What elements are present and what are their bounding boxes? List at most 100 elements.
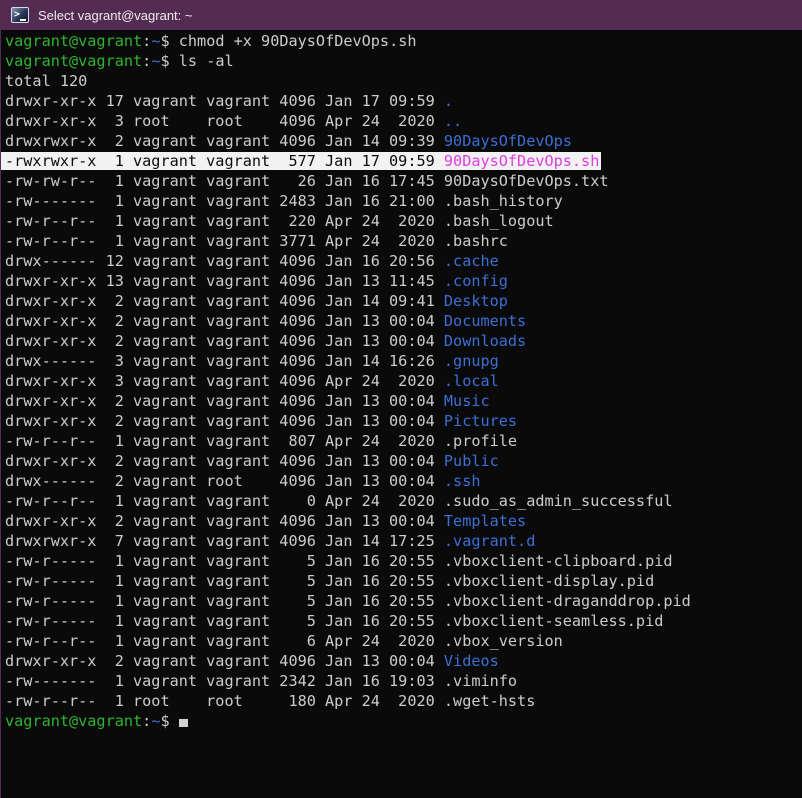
terminal-icon: > (11, 7, 29, 23)
text-cursor (179, 719, 188, 727)
ls-row: drwxr-xr-x 3 vagrant vagrant 4096 Apr 24… (5, 371, 802, 391)
file-meta: -rw-r--r-- 1 vagrant vagrant 6 Apr 24 20… (5, 632, 444, 650)
file-meta: -rw-rw-r-- 1 vagrant vagrant 26 Jan 16 1… (5, 172, 444, 190)
file-meta: drwxr-xr-x 2 vagrant vagrant 4096 Jan 13… (5, 332, 444, 350)
file-name: .ssh (444, 472, 481, 490)
ls-row: -rw-r--r-- 1 vagrant vagrant 3771 Apr 24… (5, 231, 802, 251)
file-name: Documents (444, 312, 526, 330)
file-meta: -rwxrwxr-x 1 vagrant vagrant 577 Jan 17 … (5, 152, 444, 170)
file-name: .profile (444, 432, 517, 450)
file-meta: drwxr-xr-x 17 vagrant vagrant 4096 Jan 1… (5, 92, 444, 110)
ls-row: drwx------ 3 vagrant vagrant 4096 Jan 14… (5, 351, 802, 371)
file-name: .gnupg (444, 352, 499, 370)
terminal-screen[interactable]: vagrant@vagrant:~$ chmod +x 90DaysOfDevO… (1, 30, 802, 731)
file-meta: drwxrwxr-x 2 vagrant vagrant 4096 Jan 14… (5, 132, 444, 150)
ls-row: drwx------ 2 vagrant root 4096 Jan 13 00… (5, 471, 802, 491)
file-meta: -rw-r----- 1 vagrant vagrant 5 Jan 16 20… (5, 592, 444, 610)
file-name: .viminfo (444, 672, 517, 690)
ls-row: -rw-r--r-- 1 vagrant vagrant 6 Apr 24 20… (5, 631, 802, 651)
file-meta: drwxr-xr-x 3 root root 4096 Apr 24 2020 (5, 112, 444, 130)
file-meta: drwxr-xr-x 2 vagrant vagrant 4096 Jan 14… (5, 292, 444, 310)
prompt-user: vagrant@vagrant (5, 32, 142, 50)
file-meta: drwx------ 12 vagrant vagrant 4096 Jan 1… (5, 252, 444, 270)
file-name: Templates (444, 512, 526, 530)
file-name: .bashrc (444, 232, 508, 250)
file-meta: -rw-r--r-- 1 vagrant vagrant 3771 Apr 24… (5, 232, 444, 250)
file-meta: drwx------ 2 vagrant root 4096 Jan 13 00… (5, 472, 444, 490)
ls-row: -rw-r----- 1 vagrant vagrant 5 Jan 16 20… (5, 591, 802, 611)
command-line-1: vagrant@vagrant:~$ chmod +x 90DaysOfDevO… (5, 31, 802, 51)
ls-row: -rw-rw-r-- 1 vagrant vagrant 26 Jan 16 1… (5, 171, 802, 191)
file-meta: -rw-r----- 1 vagrant vagrant 5 Jan 16 20… (5, 612, 444, 630)
file-meta: drwxr-xr-x 2 vagrant vagrant 4096 Jan 13… (5, 312, 444, 330)
ls-row: -rw-r--r-- 1 vagrant vagrant 220 Apr 24 … (5, 211, 802, 231)
file-name: Pictures (444, 412, 517, 430)
ls-row: drwxr-xr-x 2 vagrant vagrant 4096 Jan 13… (5, 331, 802, 351)
ls-row: -rw-r----- 1 vagrant vagrant 5 Jan 16 20… (5, 551, 802, 571)
file-name: Desktop (444, 292, 508, 310)
window-title: Select vagrant@vagrant: ~ (38, 8, 192, 23)
command-text: chmod +x 90DaysOfDevOps.sh (179, 32, 417, 50)
file-name: 90DaysOfDevOps.txt (444, 172, 609, 190)
prompt-colon: : (142, 52, 151, 70)
file-name: .cache (444, 252, 499, 270)
file-name: Public (444, 452, 499, 470)
file-name: .vboxclient-display.pid (444, 572, 654, 590)
terminal-window: > Select vagrant@vagrant: ~ vagrant@vagr… (0, 0, 802, 798)
ls-row: -rw-r--r-- 1 root root 180 Apr 24 2020 .… (5, 691, 802, 711)
ls-row: drwxr-xr-x 2 vagrant vagrant 4096 Jan 13… (5, 391, 802, 411)
prompt-dollar: $ (160, 712, 178, 730)
file-meta: drwx------ 3 vagrant vagrant 4096 Jan 14… (5, 352, 444, 370)
file-name: .vagrant.d (444, 532, 535, 550)
file-name: 90DaysOfDevOps.sh (444, 152, 599, 170)
ls-row: drwxrwxr-x 7 vagrant vagrant 4096 Jan 14… (5, 531, 802, 551)
file-name: Videos (444, 652, 499, 670)
file-name: .bash_logout (444, 212, 554, 230)
file-meta: -rw-r----- 1 vagrant vagrant 5 Jan 16 20… (5, 552, 444, 570)
prompt-colon: : (142, 712, 151, 730)
prompt-user: vagrant@vagrant (5, 712, 142, 730)
file-meta: -rw-r--r-- 1 vagrant vagrant 0 Apr 24 20… (5, 492, 444, 510)
prompt-line: vagrant@vagrant:~$ (5, 711, 802, 731)
file-name: . (444, 92, 453, 110)
ls-row: drwxr-xr-x 2 vagrant vagrant 4096 Jan 14… (5, 291, 802, 311)
ls-row: -rw------- 1 vagrant vagrant 2342 Jan 16… (5, 671, 802, 691)
ls-row: drwxr-xr-x 2 vagrant vagrant 4096 Jan 13… (5, 411, 802, 431)
file-meta: -rw------- 1 vagrant vagrant 2342 Jan 16… (5, 672, 444, 690)
ls-row: drwx------ 12 vagrant vagrant 4096 Jan 1… (5, 251, 802, 271)
ls-row: drwxr-xr-x 3 root root 4096 Apr 24 2020 … (5, 111, 802, 131)
file-meta: -rw------- 1 vagrant vagrant 2483 Jan 16… (5, 192, 444, 210)
file-name: .wget-hsts (444, 692, 535, 710)
prompt-dollar: $ (160, 32, 178, 50)
file-name: Music (444, 392, 490, 410)
file-meta: -rw-r--r-- 1 vagrant vagrant 220 Apr 24 … (5, 212, 444, 230)
ls-row: -rw-r----- 1 vagrant vagrant 5 Jan 16 20… (5, 611, 802, 631)
command-text: ls -al (179, 52, 234, 70)
file-name: .sudo_as_admin_successful (444, 492, 673, 510)
file-meta: drwxr-xr-x 2 vagrant vagrant 4096 Jan 13… (5, 412, 444, 430)
prompt-dollar: $ (160, 52, 178, 70)
file-meta: drwxr-xr-x 2 vagrant vagrant 4096 Jan 13… (5, 452, 444, 470)
file-meta: -rw-r--r-- 1 root root 180 Apr 24 2020 (5, 692, 444, 710)
file-name: .bash_history (444, 192, 563, 210)
ls-row: -rwxrwxr-x 1 vagrant vagrant 577 Jan 17 … (5, 151, 802, 171)
file-meta: drwxr-xr-x 2 vagrant vagrant 4096 Jan 13… (5, 392, 444, 410)
ls-row: -rw-r----- 1 vagrant vagrant 5 Jan 16 20… (5, 571, 802, 591)
file-name: .vbox_version (444, 632, 563, 650)
file-meta: drwxr-xr-x 2 vagrant vagrant 4096 Jan 13… (5, 512, 444, 530)
file-meta: drwxr-xr-x 2 vagrant vagrant 4096 Jan 13… (5, 652, 444, 670)
ls-row: drwxr-xr-x 2 vagrant vagrant 4096 Jan 13… (5, 511, 802, 531)
file-meta: drwxrwxr-x 7 vagrant vagrant 4096 Jan 14… (5, 532, 444, 550)
ls-row: drwxr-xr-x 2 vagrant vagrant 4096 Jan 13… (5, 311, 802, 331)
file-name: .vboxclient-draganddrop.pid (444, 592, 691, 610)
command-line-2: vagrant@vagrant:~$ ls -al (5, 51, 802, 71)
file-name: .. (444, 112, 462, 130)
terminal-output: vagrant@vagrant:~$ chmod +x 90DaysOfDevO… (5, 31, 802, 731)
file-meta: -rw-r--r-- 1 vagrant vagrant 807 Apr 24 … (5, 432, 444, 450)
file-name: .local (444, 372, 499, 390)
titlebar[interactable]: > Select vagrant@vagrant: ~ (1, 0, 802, 30)
total-line: total 120 (5, 71, 802, 91)
file-meta: drwxr-xr-x 13 vagrant vagrant 4096 Jan 1… (5, 272, 444, 290)
ls-row: drwxr-xr-x 17 vagrant vagrant 4096 Jan 1… (5, 91, 802, 111)
file-name: .config (444, 272, 508, 290)
